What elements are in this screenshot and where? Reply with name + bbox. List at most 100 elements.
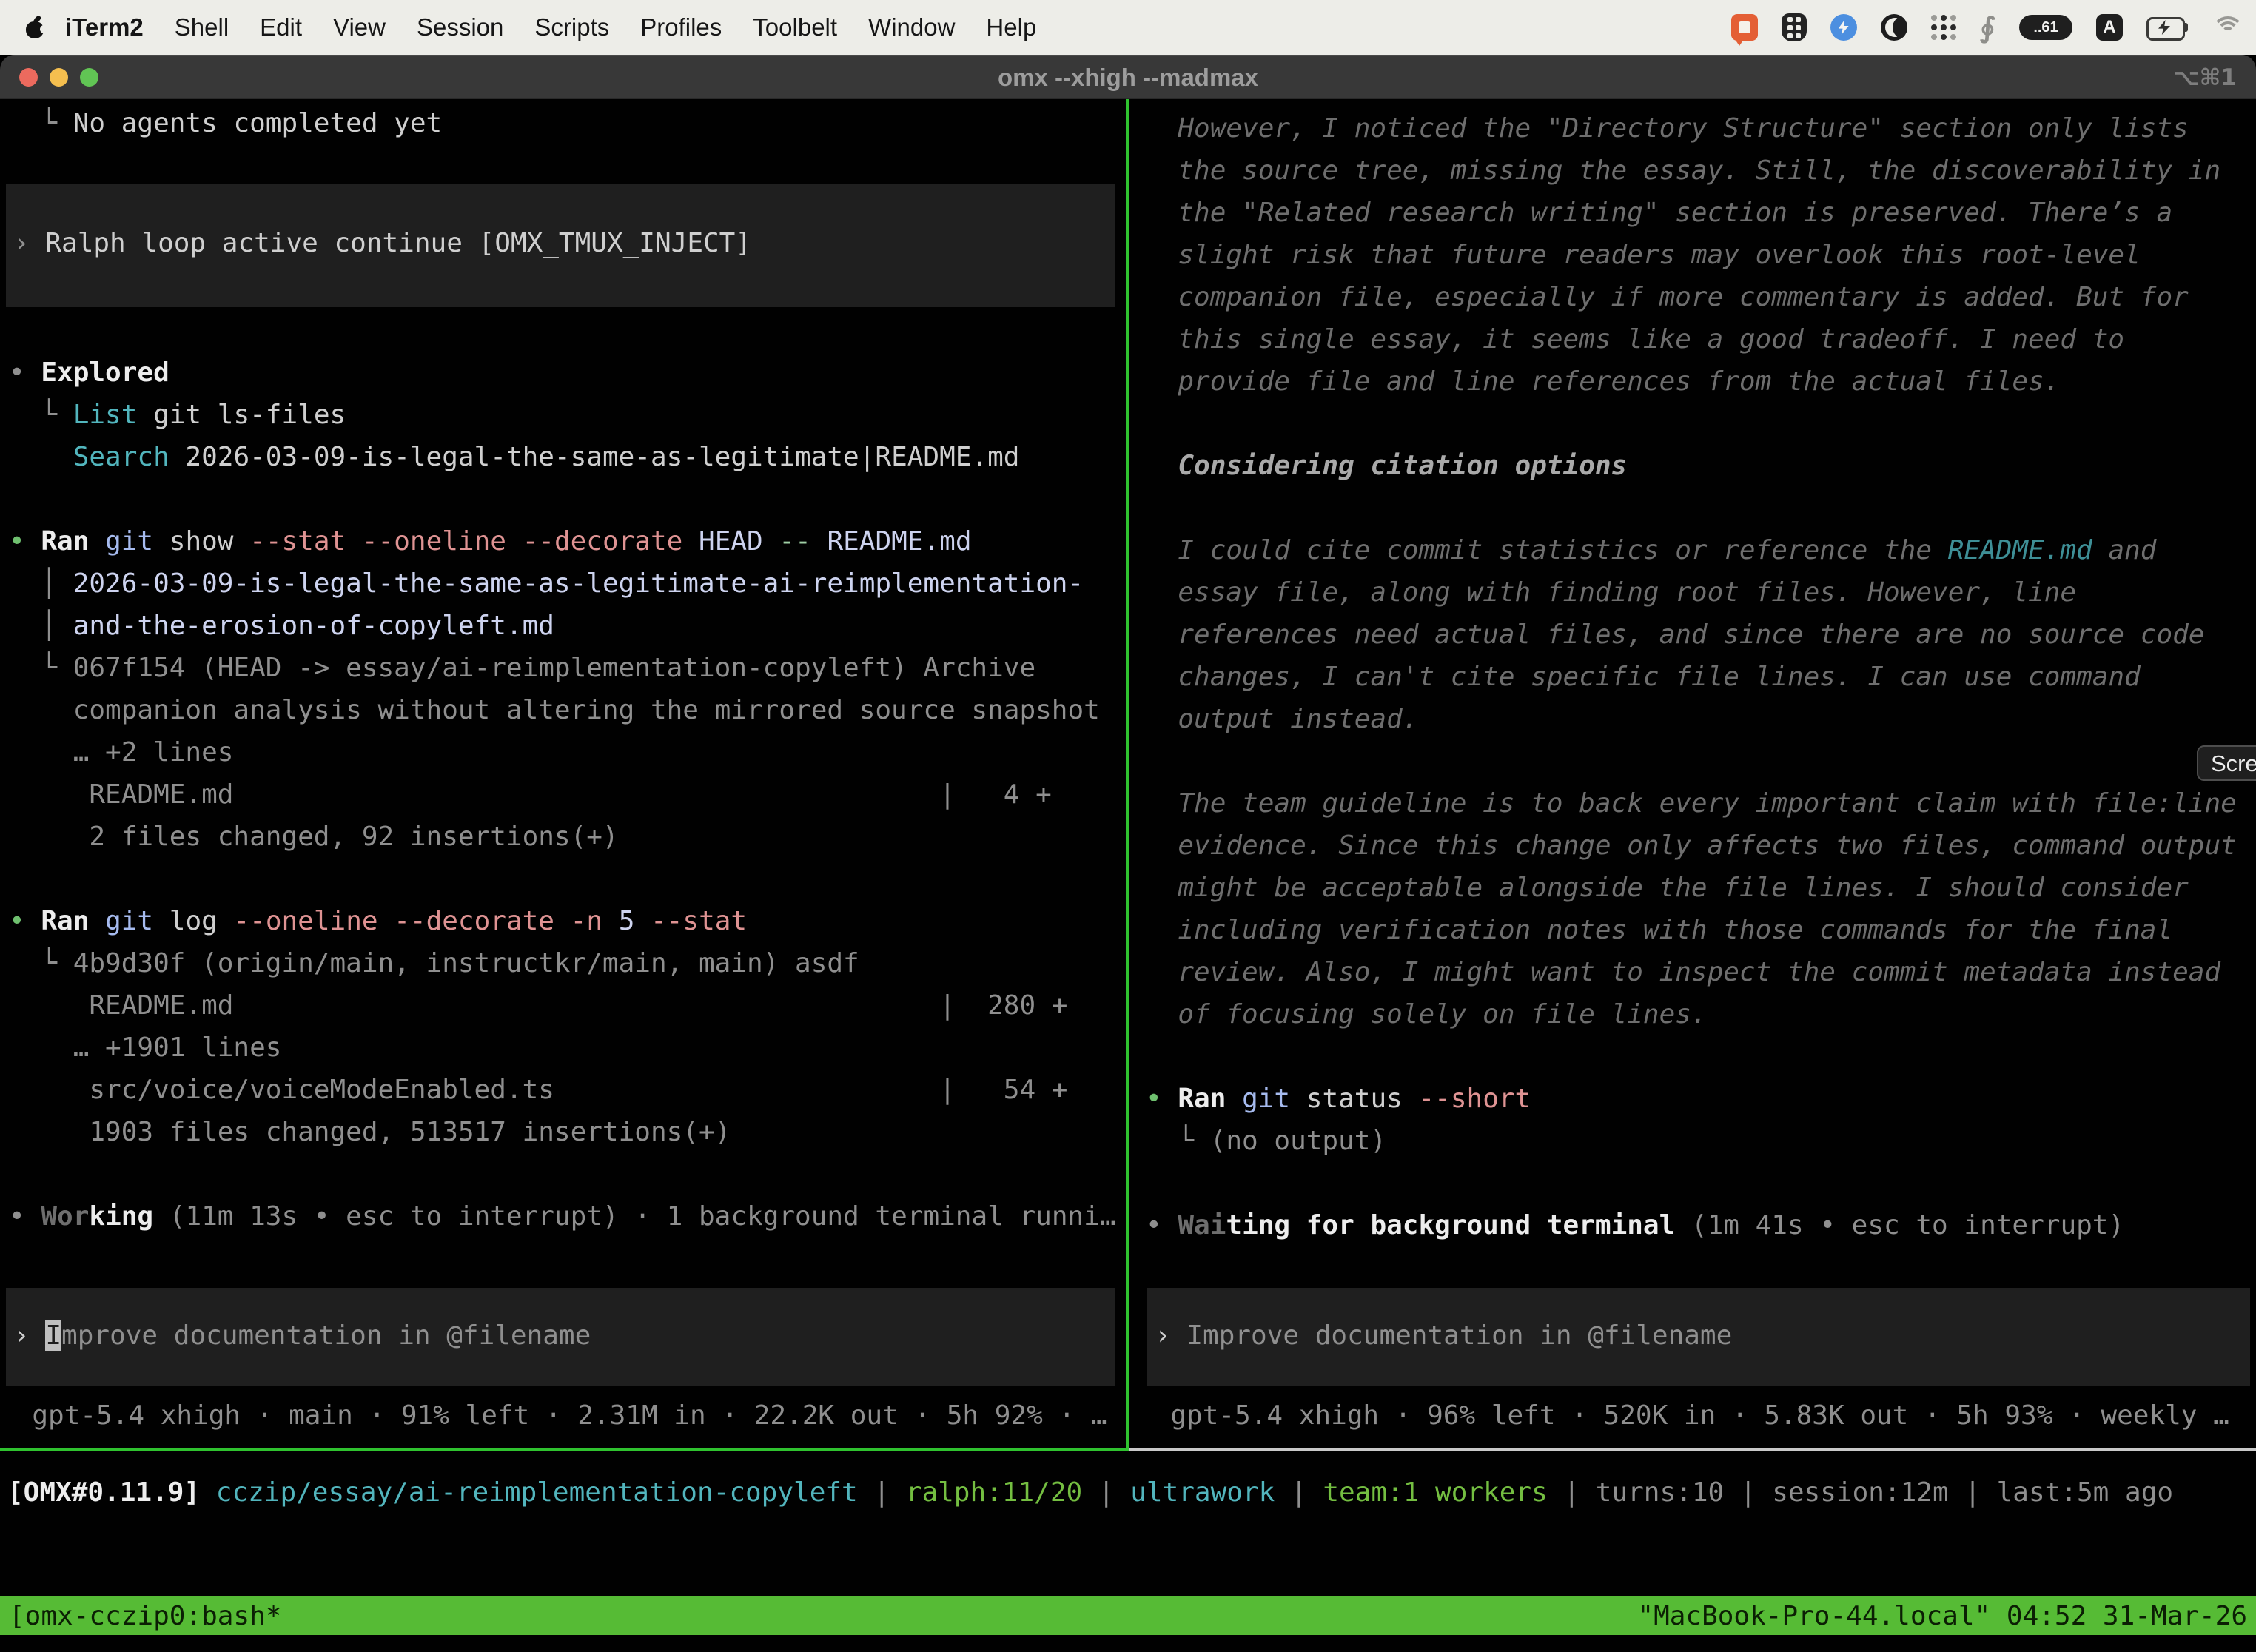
terminal-line: gpt-5.4 xhigh · 96% left · 520K in · 5.8…	[1138, 1394, 2229, 1437]
wifi-icon[interactable]	[2213, 16, 2243, 38]
omx-status-bar: [OMX#0.11.9] cczip/essay/ai-reimplementa…	[7, 1471, 2173, 1514]
terminal-line: of focusing solely on file lines.	[1146, 993, 2237, 1035]
menu-item-window[interactable]: Window	[868, 13, 955, 41]
terminal-line: this single essay, it seems like a good …	[1146, 318, 2237, 360]
tmux-status-bar: [omx-cczip0:bash* "MacBook-Pro-44.local"…	[0, 1596, 2256, 1635]
menu-item-edit[interactable]: Edit	[260, 13, 302, 41]
terminal-line: including verification notes with those …	[1146, 909, 2237, 951]
terminal-line: output instead.	[1146, 698, 2237, 740]
terminal-line: README.md | 280 +	[9, 984, 1116, 1027]
terminal-line	[1146, 740, 2237, 782]
terminal-line: provide file and line references from th…	[1146, 360, 2237, 403]
window-title: omx --xhigh --madmax	[0, 55, 2256, 99]
terminal-line: The team guideline is to back every impo…	[1146, 782, 2237, 825]
menu-item-scripts[interactable]: Scripts	[534, 13, 609, 41]
blue-bolt-icon[interactable]	[1830, 14, 1857, 41]
terminal-line: └ 4b9d30f (origin/main, instructkr/main,…	[9, 942, 1116, 984]
ralph-inject-box: › Ralph loop active continue [OMX_TMUX_I…	[6, 184, 1115, 307]
terminal-line	[1146, 487, 2237, 529]
shield-grid-icon[interactable]	[1782, 13, 1807, 41]
terminal-line: └ List git ls-files	[9, 394, 1116, 436]
terminal-line: slight risk that future readers may over…	[1146, 234, 2237, 276]
terminal-line	[9, 1153, 1116, 1195]
terminal-line: Search 2026-03-09-is-legal-the-same-as-l…	[9, 436, 1116, 478]
terminal-line: However, I noticed the "Directory Struct…	[1146, 107, 2237, 150]
inactive-pane-border	[1129, 1448, 2256, 1451]
menu-item-view[interactable]: View	[333, 13, 386, 41]
chat-bubble-icon[interactable]	[1731, 14, 1758, 41]
terminal-line: companion analysis without altering the …	[9, 689, 1116, 731]
terminal-line: • Ran git log --oneline --decorate -n 5 …	[9, 900, 1116, 942]
terminal-line: › Ralph loop active continue [OMX_TMUX_I…	[13, 222, 1115, 264]
terminal-line: └ (no output)	[1146, 1120, 2237, 1162]
screen-overlay-button[interactable]: Scre	[2197, 745, 2256, 781]
left-model-status-line: gpt-5.4 xhigh · main · 91% left · 2.31M …	[0, 1394, 1107, 1437]
terminal-line: essay file, along with finding root file…	[1146, 571, 2237, 614]
menu-item-profiles[interactable]: Profiles	[640, 13, 722, 41]
terminal-line: │ 2026-03-09-is-legal-the-same-as-legiti…	[9, 563, 1116, 605]
terminal-line: I could cite commit statistics or refere…	[1146, 529, 2237, 571]
menu-items: iTerm2 Shell Edit View Session Scripts Profile…	[65, 13, 1036, 41]
right-pane[interactable]: However, I noticed the "Directory Struct…	[1129, 99, 2256, 1448]
terminal-area: └ No agents completed yet › Ralph loop a…	[0, 99, 2256, 1652]
terminal-line	[1146, 403, 2237, 445]
terminal-line: the source tree, missing the essay. Stil…	[1146, 150, 2237, 192]
menu-item-shell[interactable]: Shell	[175, 13, 229, 41]
terminal-line: └ No agents completed yet	[9, 102, 442, 144]
terminal-line: │ and-the-erosion-of-copyleft.md	[9, 605, 1116, 647]
left-pane-log: • Explored └ List git ls-files Search 20…	[9, 352, 1116, 1238]
terminal-line: review. Also, I might want to inspect th…	[1146, 951, 2237, 993]
menu-bar: iTerm2 Shell Edit View Session Scripts Profile…	[0, 0, 2256, 55]
terminal-line: README.md | 4 +	[9, 773, 1116, 816]
battery-charging-icon[interactable]	[2146, 17, 2189, 38]
terminal-line	[9, 478, 1116, 520]
terminal-line: changes, I can't cite specific file line…	[1146, 656, 2237, 698]
terminal-line: › Improve documentation in @filename	[13, 1314, 1115, 1357]
terminal-line: Considering citation options	[1146, 445, 2237, 487]
tmux-session-label: [omx-cczip0:bash*	[9, 1601, 281, 1631]
left-pane-head: └ No agents completed yet	[9, 102, 442, 144]
badge-61-icon[interactable]: ..61	[2019, 15, 2072, 40]
terminal-line: • Waiting for background terminal (1m 41…	[1146, 1204, 2237, 1246]
menu-item-session[interactable]: Session	[417, 13, 503, 41]
terminal-line: gpt-5.4 xhigh · main · 91% left · 2.31M …	[0, 1394, 1107, 1437]
terminal-line: companion file, especially if more comme…	[1146, 276, 2237, 318]
menubar-status-icons: ∮ ..61 A	[1731, 13, 2243, 41]
window-titlebar[interactable]: omx --xhigh --madmax ⌥⌘1	[0, 55, 2256, 99]
terminal-line: src/voice/voiceModeEnabled.ts | 54 +	[9, 1069, 1116, 1111]
screen: iTerm2 Shell Edit View Session Scripts Profile…	[0, 0, 2256, 1652]
left-prompt-input[interactable]: › Improve documentation in @filename	[6, 1288, 1115, 1386]
right-model-status-line: gpt-5.4 xhigh · 96% left · 520K in · 5.8…	[1138, 1394, 2229, 1437]
terminal-line	[9, 858, 1116, 900]
menu-item-help[interactable]: Help	[986, 13, 1036, 41]
terminal-line: › Improve documentation in @filename	[1155, 1314, 2250, 1357]
apple-menu-icon[interactable]	[25, 16, 44, 39]
tmux-host-clock: "MacBook-Pro-44.local" 04:52 31-Mar-26	[1637, 1601, 2247, 1631]
terminal-line: … +1901 lines	[9, 1027, 1116, 1069]
right-prompt-input[interactable]: › Improve documentation in @filename	[1147, 1288, 2250, 1386]
terminal-line: might be acceptable alongside the file l…	[1146, 867, 2237, 909]
terminal-line: evidence. Since this change only affects…	[1146, 825, 2237, 867]
terminal-line: 1903 files changed, 513517 insertions(+)	[9, 1111, 1116, 1153]
terminal-line: 2 files changed, 92 insertions(+)	[9, 816, 1116, 858]
pane-divider[interactable]	[1126, 99, 1129, 1451]
terminal-line	[1146, 1162, 2237, 1204]
terminal-line: • Explored	[9, 352, 1116, 394]
active-pane-border	[0, 1448, 1129, 1451]
terminal-line	[1146, 1035, 2237, 1078]
iterm-window: omx --xhigh --madmax ⌥⌘1 └ No agents com…	[0, 55, 2256, 1652]
terminal-line: the "Related research writing" section i…	[1146, 192, 2237, 234]
terminal-line: └ 067f154 (HEAD -> essay/ai-reimplementa…	[9, 647, 1116, 689]
menu-item-iterm2[interactable]: iTerm2	[65, 13, 144, 41]
badge-a-icon[interactable]: A	[2096, 14, 2123, 41]
dots-grid-icon[interactable]	[1931, 15, 1956, 40]
menu-item-toolbelt[interactable]: Toolbelt	[753, 13, 837, 41]
window-shortcut-hint: ⌥⌘1	[2173, 55, 2237, 99]
crescent-moon-icon[interactable]	[1881, 14, 1907, 41]
terminal-line: • Ran git show --stat --oneline --decora…	[9, 520, 1116, 563]
left-pane[interactable]: └ No agents completed yet › Ralph loop a…	[0, 99, 1126, 1448]
terminal-line: • Ran git status --short	[1146, 1078, 2237, 1120]
right-pane-log: However, I noticed the "Directory Struct…	[1146, 107, 2237, 1246]
seahorse-icon[interactable]: ∮	[1980, 14, 1995, 41]
terminal-line: references need actual files, and since …	[1146, 614, 2237, 656]
